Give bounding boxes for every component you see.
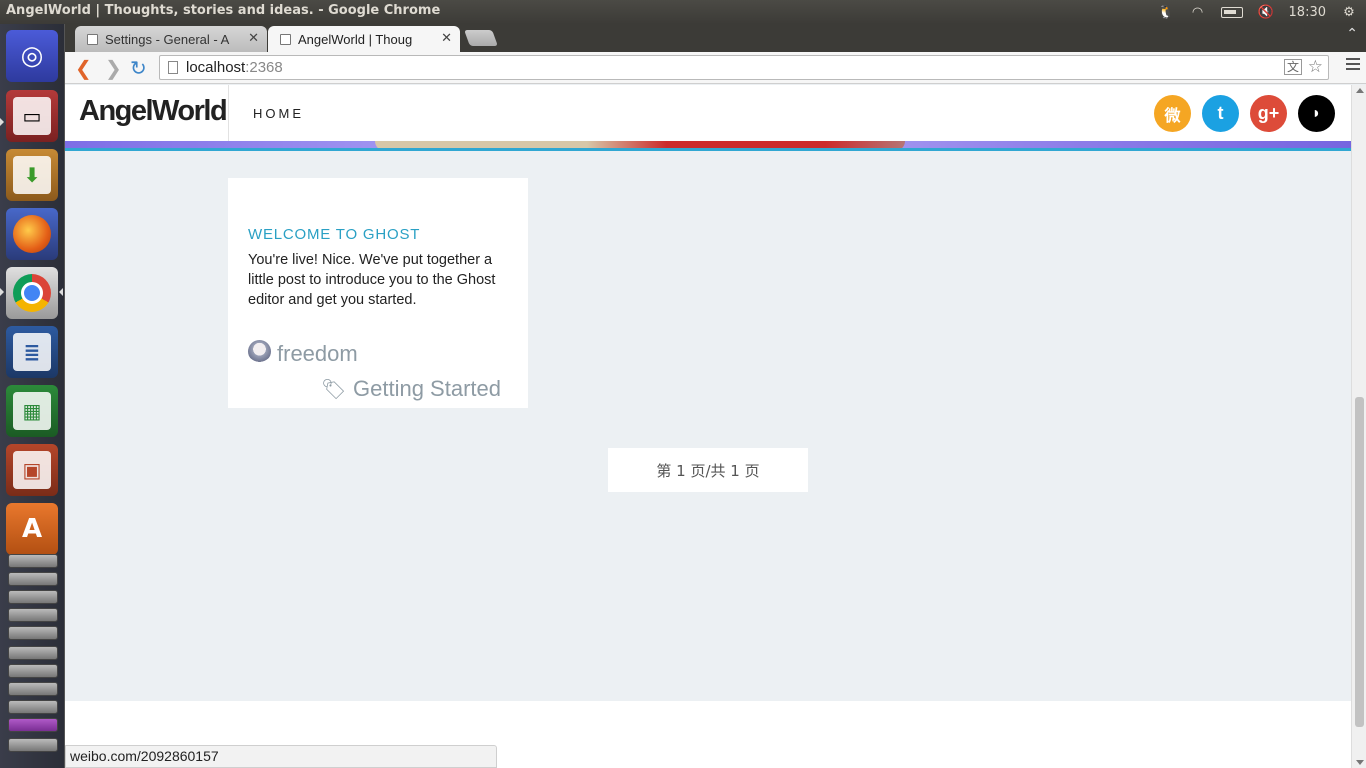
launcher-item-settings[interactable] [8,572,58,586]
spreadsheet-icon: ▦ [13,392,51,430]
address-host: localhost [186,59,246,76]
firefox-launcher-button[interactable] [6,208,58,260]
page-favicon-icon [87,34,98,45]
bookmark-star-icon[interactable]: ☆ [1308,57,1323,77]
presentation-icon: ▣ [13,451,51,489]
archive-manager-launcher-button[interactable]: ⬇ [6,149,58,201]
page-favicon-icon [280,34,291,45]
launcher-item-1[interactable] [8,646,58,660]
document-icon: ≣ [13,333,51,371]
post-title[interactable]: WELCOME TO GHOST [248,226,420,243]
clock[interactable]: 18:30 [1289,5,1326,20]
launcher-item-3[interactable] [8,682,58,696]
ubuntu-dash-button[interactable]: ◎ [6,30,58,82]
tux-icon[interactable]: 🐧 [1157,4,1175,20]
tab-label: AngelWorld | Thoug [298,32,413,47]
launcher: ◎ ▭ ⬇ ≣ ▦ ▣ A [0,24,65,768]
scroll-down-icon[interactable] [1356,760,1364,765]
launcher-item-workspaces[interactable] [8,590,58,604]
scrollbar-thumb[interactable] [1355,397,1364,727]
close-icon[interactable]: ✕ [248,30,259,46]
nav-home-link[interactable]: HOME [253,106,304,121]
launcher-item-amazon[interactable] [8,554,58,568]
rss-icon[interactable]: ◗ [1298,95,1335,132]
wifi-icon[interactable]: ◠ [1189,4,1207,20]
launcher-item-4[interactable] [8,700,58,714]
hero-banner [65,141,1351,151]
tab-strip: Settings - General - A ✕ AngelWorld | Th… [65,24,1366,52]
post-tag[interactable]: Getting Started [353,376,501,402]
author-avatar[interactable] [248,340,271,363]
chrome-icon [13,274,51,312]
launcher-item-5[interactable] [8,718,58,732]
header-divider [228,85,229,141]
translate-icon[interactable]: 文 [1283,59,1302,75]
running-indicator [0,288,4,296]
google-plus-icon[interactable]: g+ [1250,95,1287,132]
page-icon [168,61,178,74]
close-icon[interactable]: ✕ [441,30,452,46]
software-center-launcher-button[interactable]: A [6,503,58,555]
pagination: 第 1 页/共 1 页 [608,448,808,492]
window-menu-icon[interactable]: ⌃ [1346,26,1358,42]
window-title: AngelWorld | Thoughts, stories and ideas… [6,3,441,18]
browser-window: Settings - General - A ✕ AngelWorld | Th… [65,24,1366,768]
page-viewport: AngelWorld HOME 微 t g+ ◗ WELCOME TO GHOS… [65,85,1351,768]
vertical-scrollbar[interactable] [1351,85,1366,768]
calc-launcher-button[interactable]: ▦ [6,385,58,437]
scroll-up-icon[interactable] [1356,88,1364,93]
browser-toolbar: ❮ ❯ ↻ localhost:2368 文 ☆ [65,52,1366,84]
package-download-icon: ⬇ [13,156,51,194]
running-indicator [0,118,4,126]
forward-icon[interactable]: ❯ [105,56,122,80]
system-top-panel: AngelWorld | Thoughts, stories and ideas… [0,0,1366,24]
trash-launcher-button[interactable] [8,738,58,752]
system-tray: 🐧 ◠ 🔇 18:30 ⚙ [1157,0,1366,24]
tab-angelworld[interactable]: AngelWorld | Thoug ✕ [268,26,460,52]
ubuntu-logo-icon: ◎ [20,41,44,71]
back-icon[interactable]: ❮ [75,56,92,80]
post-excerpt: You're live! Nice. We've put together a … [248,252,496,308]
status-bubble: weibo.com/2092860157 [65,745,497,768]
impress-launcher-button[interactable]: ▣ [6,444,58,496]
chrome-launcher-button[interactable] [6,267,58,319]
weibo-icon[interactable]: 微 [1154,95,1191,132]
filing-cabinet-icon: ▭ [13,97,51,135]
firefox-icon [13,215,51,253]
shopping-bag-icon: A [21,514,43,544]
chrome-menu-icon[interactable] [1346,58,1360,73]
battery-icon[interactable] [1220,6,1243,18]
new-tab-button[interactable] [464,30,498,46]
site-header: AngelWorld HOME 微 t g+ ◗ [65,85,1351,141]
tab-label: Settings - General - A [105,32,230,47]
tags-icon: 🏷 [321,377,347,401]
files-launcher-button[interactable]: ▭ [6,90,58,142]
launcher-item-gedit[interactable] [8,608,58,622]
focused-indicator [59,288,63,296]
launcher-item-terminal[interactable] [8,626,58,640]
gear-icon[interactable]: ⚙ [1340,4,1358,20]
tab-settings[interactable]: Settings - General - A ✕ [75,26,267,52]
launcher-item-2[interactable] [8,664,58,678]
reload-icon[interactable]: ↻ [130,56,147,80]
twitter-icon[interactable]: t [1202,95,1239,132]
address-bar[interactable]: localhost:2368 文 ☆ [159,55,1329,80]
post-author[interactable]: freedom [277,341,358,367]
site-logo[interactable]: AngelWorld [79,95,228,128]
post-card: WELCOME TO GHOST You're live! Nice. We'v… [228,178,528,408]
volume-muted-icon[interactable]: 🔇 [1257,4,1275,20]
address-port: :2368 [245,59,283,76]
writer-launcher-button[interactable]: ≣ [6,326,58,378]
hero-accent-line [65,148,1351,151]
